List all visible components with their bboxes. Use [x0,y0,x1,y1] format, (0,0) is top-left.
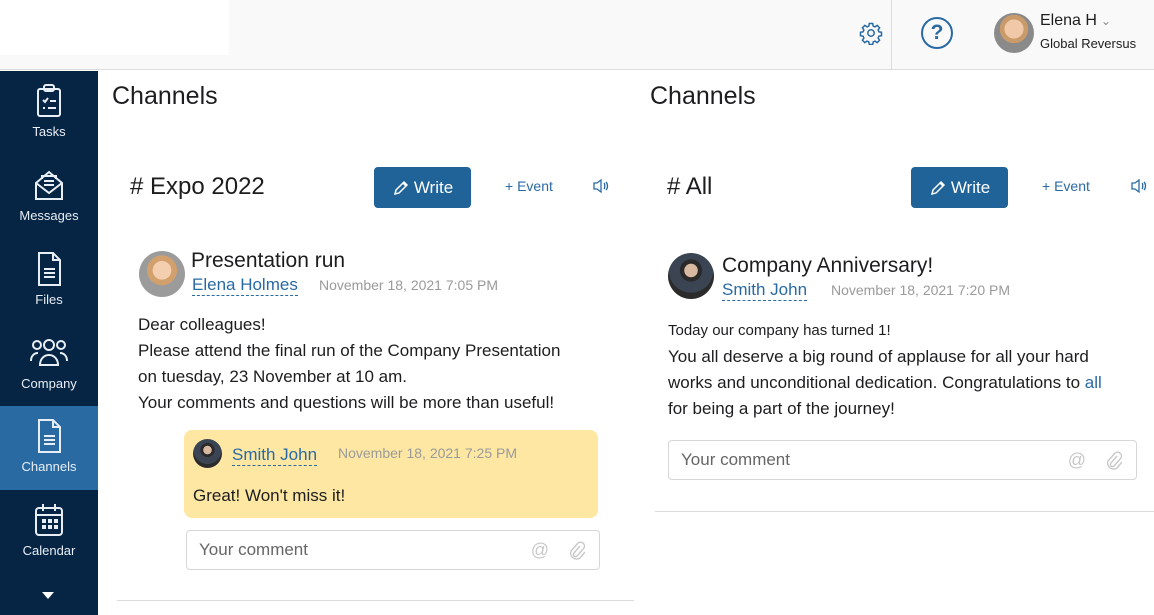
user-avatar[interactable] [994,13,1034,53]
author-avatar[interactable] [668,253,714,299]
document-icon [38,252,61,286]
comment-box: @ [186,530,600,570]
post-body: Today our company has turned 1! You all … [668,318,1102,422]
sidebar-item-calendar[interactable]: Calendar [0,490,98,574]
divider [655,511,1154,512]
mention-icon[interactable]: @ [531,540,549,561]
write-label: Write [413,177,454,197]
reply-date: November 18, 2021 7:25 PM [338,445,517,461]
write-button[interactable]: Write [374,167,471,208]
divider [117,600,634,601]
post-line: You all deserve a big round of applause … [668,347,1089,366]
pencil-icon [930,180,945,195]
sidebar: Tasks Messages Files Company Channels Ca… [0,71,98,615]
post-line: works and unconditional dedication. Cong… [668,370,1102,396]
post-line: Please attend the final run of the Compa… [138,341,561,360]
page-title: Channels [650,82,756,110]
post-line: Your comments and questions will be more… [138,393,555,412]
channel-name: # Expo 2022 [130,173,265,200]
gear-icon[interactable] [859,21,883,46]
post-line: on tuesday, 23 November at 10 am. [138,367,408,386]
help-icon[interactable]: ? [921,17,953,49]
sidebar-label: Company [21,376,77,391]
comment-input[interactable] [669,441,1136,479]
post-title: Presentation run [191,249,346,272]
calendar-icon [35,504,63,536]
paperclip-icon[interactable] [1104,450,1123,470]
post-date: November 18, 2021 7:20 PM [831,282,1010,298]
sidebar-label: Channels [21,459,77,474]
user-menu[interactable]: Elena H ⌄ [1040,12,1111,30]
post-body: Dear colleagues! Please attend the final… [138,312,560,416]
sidebar-item-tasks[interactable]: Tasks [0,71,98,155]
clipboard-icon [37,84,61,117]
sidebar-label: Calendar [22,543,76,558]
sidebar-item-messages[interactable]: Messages [0,155,98,239]
caret-down-icon[interactable] [42,592,54,599]
speaker-icon[interactable] [1130,178,1148,194]
sidebar-label: Messages [19,208,79,223]
write-button[interactable]: Write [911,167,1008,208]
reply-text: Great! Won't miss it! [193,486,346,505]
sidebar-item-channels[interactable]: Channels [0,406,98,490]
post-title: Company Anniversary! [722,254,934,277]
mention-icon[interactable]: @ [1068,450,1086,471]
envelope-icon [35,170,63,200]
mention-all-link[interactable]: all [1085,373,1102,392]
people-icon [30,339,68,366]
reply-author-avatar[interactable] [193,439,222,468]
sidebar-item-company[interactable]: Company [0,323,98,407]
reply-author-link[interactable]: Smith John [232,445,318,466]
header-divider [891,0,892,70]
add-event-button[interactable]: + Event [1042,178,1090,194]
post-line: Dear colleagues! [138,315,266,334]
add-event-button[interactable]: + Event [505,178,553,194]
sidebar-item-files[interactable]: Files [0,239,98,323]
sidebar-label: Files [35,292,63,307]
post-text: works and unconditional dedication. Cong… [668,373,1085,392]
speaker-icon[interactable] [592,178,610,194]
reply-comment: Smith John November 18, 2021 7:25 PM Gre… [184,430,598,518]
logo-area [0,0,229,55]
paperclip-icon[interactable] [567,540,586,560]
document-icon [38,419,61,453]
comment-box: @ [668,440,1137,480]
pencil-icon [393,180,408,195]
author-link[interactable]: Elena Holmes [192,275,298,296]
channel-name: # All [667,173,713,200]
author-link[interactable]: Smith John [722,280,808,301]
post-line: Today our company has turned 1! [668,322,891,339]
post-line: for being a part of the journey! [668,399,895,418]
chevron-down-icon: ⌄ [1100,14,1111,28]
post-date: November 18, 2021 7:05 PM [319,277,498,293]
user-name: Elena H [1040,12,1097,29]
page-title: Channels [112,82,218,110]
top-bar: ? Elena H ⌄ Global Reversus [0,0,1154,70]
sidebar-label: Tasks [32,124,66,139]
author-avatar[interactable] [139,251,185,297]
user-organization: Global Reversus [1040,36,1137,51]
write-label: Write [950,177,991,197]
